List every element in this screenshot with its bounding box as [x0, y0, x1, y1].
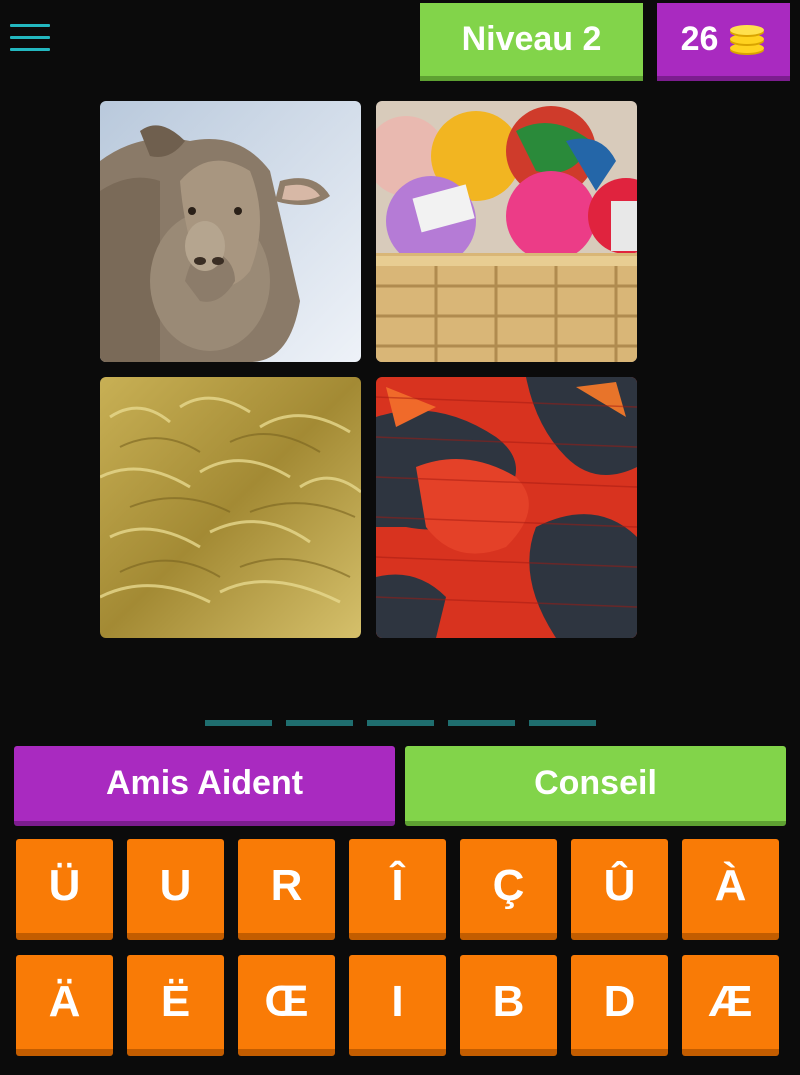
coin-stack-icon — [730, 24, 765, 55]
letter-key[interactable]: Ë — [127, 955, 224, 1056]
puzzle-image-knit[interactable] — [376, 377, 637, 638]
letter-key[interactable]: D — [571, 955, 668, 1056]
puzzle-image-fleece[interactable] — [100, 377, 361, 638]
answer-slot[interactable] — [286, 720, 353, 726]
answer-slot[interactable] — [448, 720, 515, 726]
letter-key[interactable]: Ü — [16, 839, 113, 940]
puzzle-image-yarn[interactable] — [376, 101, 637, 362]
hint-button[interactable]: Conseil — [405, 746, 786, 826]
answer-slot[interactable] — [367, 720, 434, 726]
coin-count: 26 — [680, 20, 719, 58]
letter-key[interactable]: Û — [571, 839, 668, 940]
letter-key[interactable]: Œ — [238, 955, 335, 1056]
letter-key[interactable]: Î — [349, 839, 446, 940]
letter-key[interactable]: À — [682, 839, 779, 940]
answer-slots — [205, 720, 596, 726]
hint-label: Conseil — [534, 764, 657, 802]
letter-key[interactable]: U — [127, 839, 224, 940]
letter-key[interactable]: Ä — [16, 955, 113, 1056]
knit-fabric-image — [376, 377, 637, 638]
menu-icon[interactable] — [10, 24, 50, 56]
letter-key[interactable]: R — [238, 839, 335, 940]
puzzle-image-sheep[interactable] — [100, 101, 361, 362]
letter-key[interactable]: I — [349, 955, 446, 1056]
answer-slot[interactable] — [529, 720, 596, 726]
level-badge: Niveau 2 — [420, 3, 643, 81]
letter-key[interactable]: Æ — [682, 955, 779, 1056]
sheep-image — [100, 101, 361, 362]
friends-help-button[interactable]: Amis Aident — [14, 746, 395, 826]
yarn-basket-image — [376, 101, 637, 362]
letter-key[interactable]: B — [460, 955, 557, 1056]
level-label: Niveau 2 — [461, 20, 602, 58]
letter-keyboard: Ü U R Î Ç Û À Ä Ë Œ I B D Æ — [16, 839, 780, 1056]
coin-badge[interactable]: 26 — [657, 3, 790, 81]
answer-slot[interactable] — [205, 720, 272, 726]
letter-key[interactable]: Ç — [460, 839, 557, 940]
fleece-image — [100, 377, 361, 638]
friends-help-label: Amis Aident — [105, 764, 304, 802]
